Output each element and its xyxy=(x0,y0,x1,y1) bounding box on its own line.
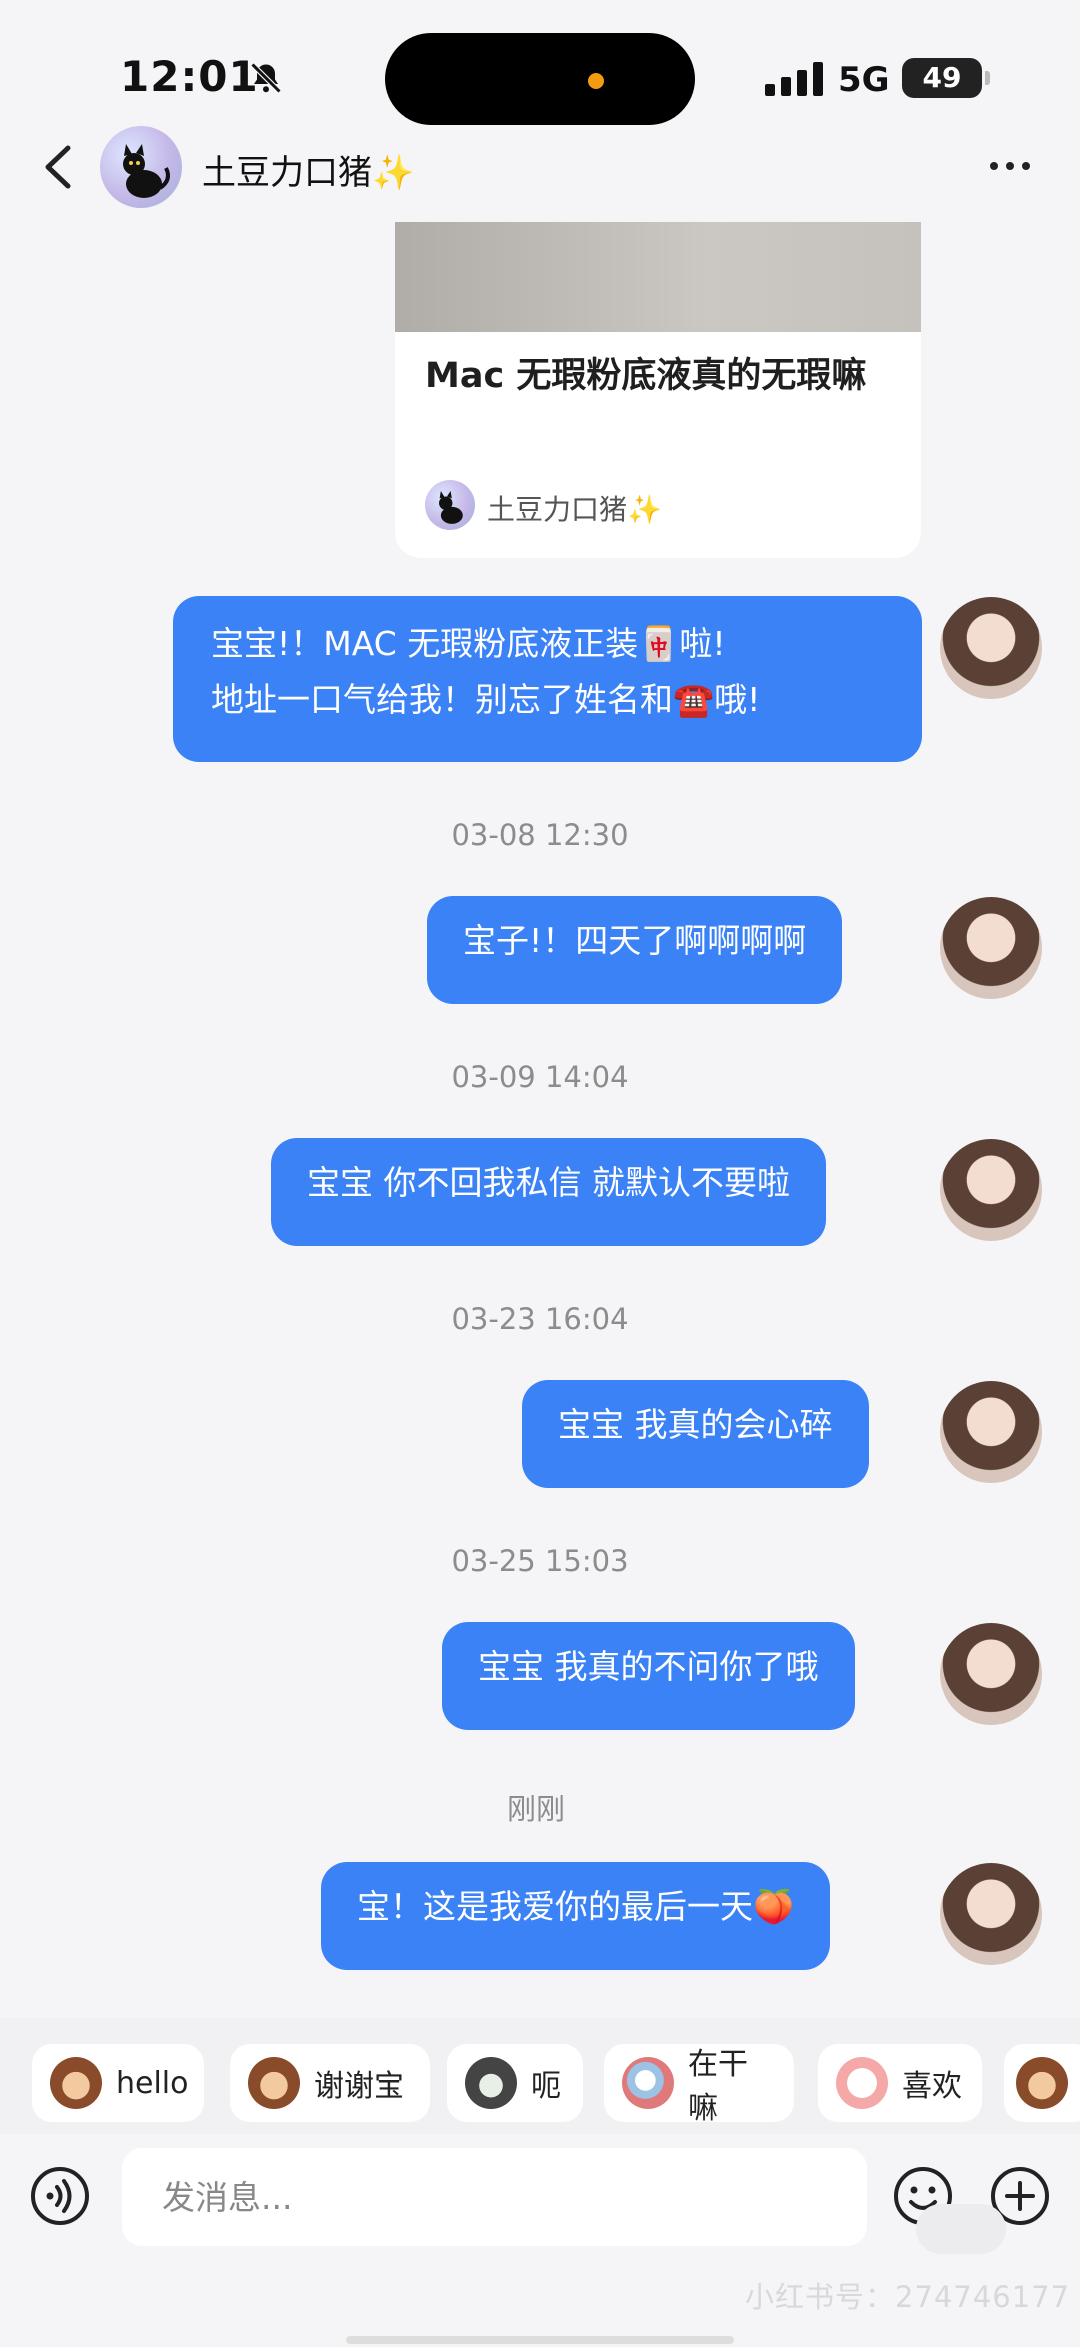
my-avatar[interactable] xyxy=(940,1623,1042,1725)
note-author-avatar xyxy=(425,480,475,530)
message-text: 宝子!！四天了啊啊啊啊 xyxy=(463,921,807,960)
my-avatar[interactable] xyxy=(940,1863,1042,1965)
message-bubble[interactable]: 宝子!！四天了啊啊啊啊 xyxy=(427,896,843,1004)
black-cat-icon xyxy=(439,490,463,524)
home-indicator xyxy=(346,2336,734,2344)
bell-muted-icon xyxy=(250,62,282,94)
network-type: 5G xyxy=(838,60,890,100)
message-timestamp: 03-25 15:03 xyxy=(451,1544,629,1578)
voice-icon[interactable] xyxy=(30,2166,90,2226)
quick-reply-label: hello xyxy=(116,2065,189,2101)
message-bubble[interactable]: 宝宝 你不回我私信 就默认不要啦 xyxy=(271,1138,826,1246)
quick-reply-chip[interactable]: 谢谢宝 xyxy=(230,2044,430,2122)
watermark-logo xyxy=(916,2204,1006,2254)
my-avatar[interactable] xyxy=(940,1381,1042,1483)
my-avatar[interactable] xyxy=(940,1139,1042,1241)
status-bar: 12:01 5G 49 xyxy=(0,0,1080,125)
back-arrow-icon[interactable] xyxy=(38,142,78,192)
quick-reply-chip[interactable]: 喜欢 xyxy=(818,2044,982,2122)
privacy-indicator-dot xyxy=(588,73,604,89)
my-avatar[interactable] xyxy=(940,597,1042,699)
quick-reply-label: 谢谢宝 xyxy=(314,2069,404,2104)
note-cover-image xyxy=(395,222,921,332)
blush-icon xyxy=(836,2057,888,2109)
message-text-line: 地址一口气给我！别忘了姓名和☎️哦! xyxy=(211,680,761,719)
quick-reply-bar: hello 谢谢宝 呃 在干嘛 喜欢 xyxy=(0,2018,1080,2134)
note-author-name: 土豆力口猪✨ xyxy=(487,493,662,526)
monkey-icon xyxy=(50,2057,102,2109)
dynamic-island xyxy=(385,33,695,125)
battery-indicator: 49 xyxy=(902,58,990,98)
status-time: 12:01 xyxy=(120,52,259,101)
watermark-text: 小红书号：274746177 xyxy=(745,2280,1071,2314)
message-bubble[interactable]: 宝！这是我爱你的最后一天🍑 xyxy=(321,1862,831,1970)
monkey-flower-icon xyxy=(248,2057,300,2109)
peek-icon xyxy=(622,2057,674,2109)
message-bubble[interactable]: 宝宝!！MAC 无瑕粉底液正装🀄啦! 地址一口气给我！别忘了姓名和☎️哦! xyxy=(173,596,922,762)
quick-reply-label: 在干嘛 xyxy=(688,2047,748,2126)
contact-name[interactable]: 土豆力口猪✨ xyxy=(202,145,414,194)
message-text: 宝宝 你不回我私信 就默认不要啦 xyxy=(307,1163,790,1202)
message-timestamp: 03-09 14:04 xyxy=(451,1060,629,1094)
signal-icon xyxy=(765,62,823,96)
message-bubble[interactable]: 宝宝 我真的会心碎 xyxy=(522,1380,869,1488)
input-bar: 小红书号：274746177 xyxy=(0,2134,1080,2347)
note-title: Mac 无瑕粉底液真的无瑕嘛 xyxy=(425,356,867,396)
message-timestamp: 刚刚 xyxy=(507,1792,566,1826)
contact-avatar[interactable] xyxy=(100,126,182,208)
quick-reply-chip[interactable]: 在干嘛 xyxy=(604,2044,794,2126)
shared-note-card[interactable]: Mac 无瑕粉底液真的无瑕嘛 土豆力口猪✨ xyxy=(395,222,921,558)
more-options-icon[interactable] xyxy=(985,148,1035,184)
message-timestamp: 03-23 16:04 xyxy=(451,1302,629,1336)
message-text: 宝！这是我爱你的最后一天🍑 xyxy=(357,1887,795,1926)
quick-reply-label: 喜欢 xyxy=(902,2069,962,2104)
cat-icon xyxy=(465,2057,517,2109)
quick-reply-chip[interactable]: 呃 xyxy=(447,2044,583,2122)
message-text: 宝宝 我真的会心碎 xyxy=(558,1405,833,1444)
monkey-icon xyxy=(1016,2057,1068,2109)
black-cat-icon xyxy=(123,144,170,198)
message-text: 宝宝 我真的不问你了哦 xyxy=(478,1647,819,1686)
message-text-line: 宝宝!！MAC 无瑕粉底液正装🀄啦! xyxy=(211,624,726,663)
quick-reply-chip[interactable]: hello xyxy=(32,2044,204,2122)
my-avatar[interactable] xyxy=(940,897,1042,999)
quick-reply-chip[interactable] xyxy=(1004,2044,1080,2122)
quick-reply-label: 呃 xyxy=(531,2069,561,2104)
message-input[interactable] xyxy=(122,2148,867,2246)
message-bubble[interactable]: 宝宝 我真的不问你了哦 xyxy=(442,1622,855,1730)
message-timestamp: 03-08 12:30 xyxy=(451,818,629,852)
